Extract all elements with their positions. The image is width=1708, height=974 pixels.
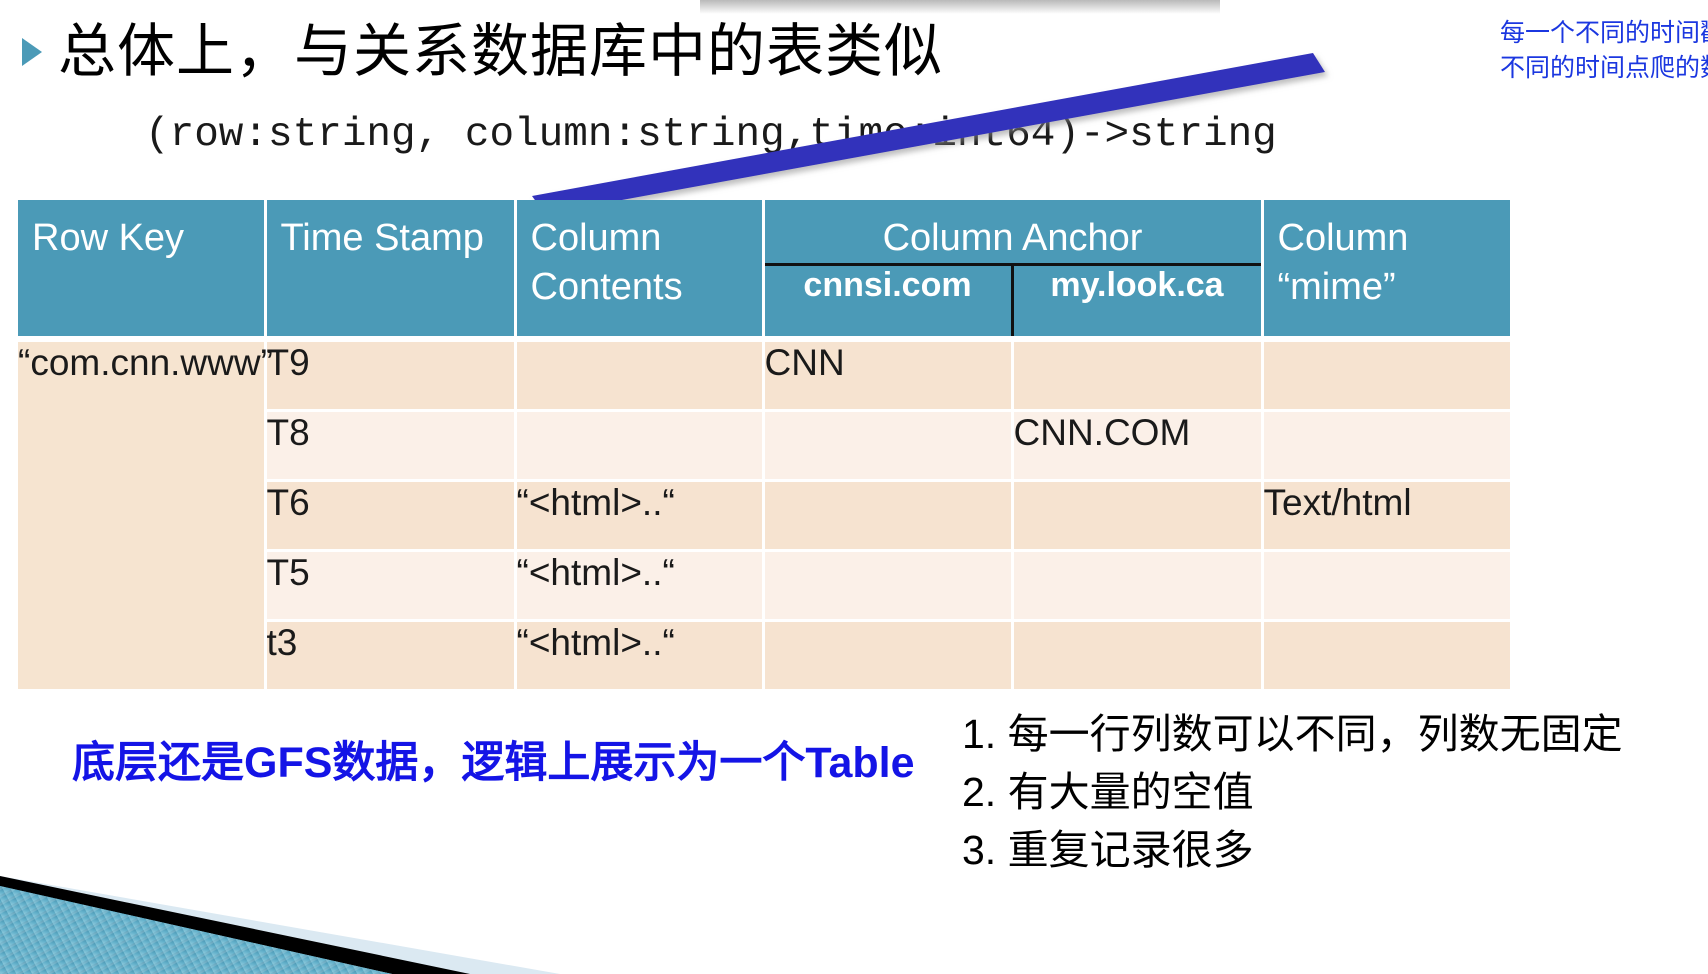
cell-row-key: “com.cnn.www” (18, 341, 273, 692)
list-item: 2. 有大量的空值 (962, 769, 1254, 816)
cell-mime (1260, 620, 1510, 692)
cell-mime (1260, 341, 1510, 412)
cell-contents: “<html>..“ (513, 550, 763, 622)
header-column-mime: Column “mime” (1260, 200, 1510, 336)
bigtable-example-table: Row Key Time Stamp Column Contents Colum… (18, 200, 1510, 692)
observations-list: 1. 每一行列数可以不同，列数无固定 2. 有大量的空值 3. 重复记录很多 (962, 705, 1623, 880)
cell-anchor-cnnsi: CNN (761, 341, 1012, 412)
cell-anchor-mylook (1010, 620, 1262, 692)
cell-anchor-cnnsi (761, 620, 1012, 692)
table-header-row-top: Row Key Time Stamp Column Contents Colum… (18, 200, 1510, 336)
cell-mime: Text/html (1260, 480, 1510, 552)
cell-time: t3 (263, 620, 515, 692)
cell-contents (513, 410, 763, 482)
timestamp-annotation-line2: 不同的时间点爬的数据 (1500, 53, 1708, 82)
cell-anchor-mylook (1010, 341, 1262, 412)
header-column-contents: Column Contents (513, 200, 765, 336)
deco-teal-stripes (0, 886, 392, 974)
deco-teal-triangle (0, 886, 392, 974)
page-title: 总体上，与关系数据库中的表类似 (58, 19, 944, 84)
cell-anchor-mylook (1010, 480, 1262, 552)
deco-black-wedge (0, 876, 470, 974)
cell-mime (1260, 410, 1510, 482)
list-item: 1. 每一行列数可以不同，列数无固定 (962, 711, 1623, 757)
triangle-right-icon (22, 38, 42, 66)
gfs-note: 底层还是GFS数据，逻辑上展示为一个Table (72, 739, 915, 787)
deco-light-triangle (0, 876, 560, 974)
cell-contents: “<html>..“ (513, 480, 763, 552)
cell-time: T9 (263, 341, 515, 412)
list-item: 3. 重复记录很多 (962, 827, 1254, 874)
decorative-corner (0, 876, 560, 974)
header-anchor-cnnsi: cnnsi.com (763, 262, 1012, 336)
table-row: “com.cnn.www” T9 CNN (18, 341, 1510, 692)
timestamp-annotation: 每一个不同的时间戳表示 不同的时间点爬的数据 (1500, 16, 1708, 85)
header-row-key: Row Key (18, 200, 267, 336)
cell-anchor-cnnsi (761, 480, 1012, 552)
cell-time: T5 (263, 550, 515, 622)
timestamp-annotation-line1: 每一个不同的时间戳表示 (1500, 19, 1708, 47)
header-anchor-mylook: my.look.ca (1010, 262, 1262, 336)
header-time-stamp: Time Stamp (263, 200, 517, 336)
cell-anchor-mylook (1010, 550, 1262, 622)
cell-anchor-mylook: CNN.COM (1010, 410, 1262, 482)
cell-contents (513, 341, 763, 412)
slide-title-row: 总体上，与关系数据库中的表类似 (0, 12, 1180, 92)
cell-anchor-cnnsi (761, 550, 1012, 622)
cell-mime (1260, 550, 1510, 622)
cell-contents: “<html>..“ (513, 620, 763, 692)
cell-anchor-cnnsi (761, 410, 1012, 482)
header-column-anchor: Column Anchor (761, 200, 1264, 265)
cell-time: T6 (263, 480, 515, 552)
cell-time: T8 (263, 410, 515, 482)
code-signature: (row:string, column:string,time:int64)->… (145, 112, 1277, 158)
